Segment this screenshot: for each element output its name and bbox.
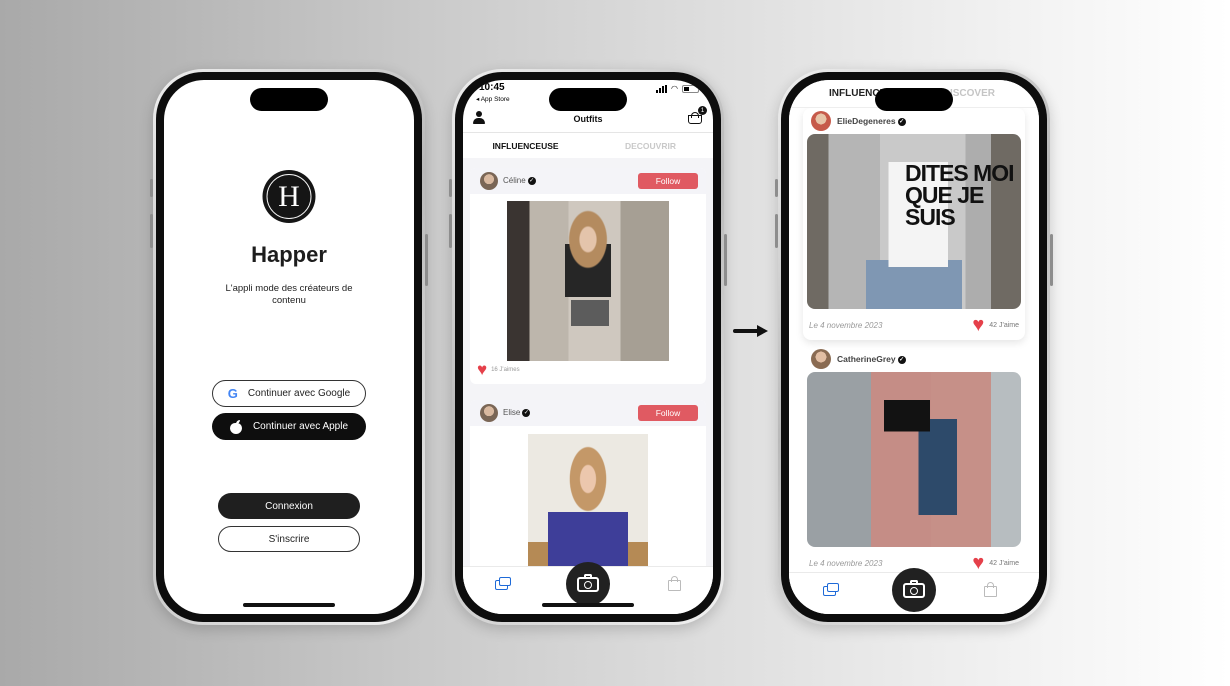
status-indicators: ◠ [656, 84, 699, 93]
likes-count: 16 J'aimes [491, 366, 520, 373]
post-author[interactable]: CatherineGrey ✓ [837, 354, 906, 364]
post-header: Elise ✓ Follow [470, 400, 706, 426]
wifi-icon: ◠ [671, 84, 678, 93]
header-title: Outfits [573, 114, 603, 124]
phone-discover: INFLUENCEUSE DISCOVER ElieDegeneres ✓ DIT… [775, 69, 1053, 625]
signup-button[interactable]: S'inscrire [218, 526, 360, 552]
post-card: CatherineGrey ✓ Le 4 novembre 2023 ♥ 42 J… [803, 346, 1025, 572]
avatar[interactable] [811, 349, 831, 369]
avatar[interactable] [480, 404, 498, 422]
app-tagline: L'appli mode des créateurs de contenu [225, 283, 353, 306]
phone-feed: 10:45 ◂ App Store ◠ Outfits 1 INFLUENCEU… [449, 69, 727, 625]
post-date: Le 4 novembre 2023 [809, 559, 883, 568]
heart-icon[interactable]: ♥ [972, 315, 984, 335]
outfits-nav-icon[interactable] [495, 577, 511, 590]
basket-count-badge: 1 [698, 106, 707, 115]
post-author[interactable]: ElieDegeneres ✓ [837, 116, 906, 126]
google-signin-button[interactable]: G Continuer avec Google [212, 380, 366, 407]
camera-icon [903, 579, 925, 598]
dynamic-island [875, 88, 953, 111]
shirt-print-text: DITES MOI QUE JE SUIS [905, 160, 1015, 230]
likes-row: ♥ 42 J'aime [972, 315, 1019, 335]
camera-icon [577, 573, 599, 592]
logo-letter: H [266, 174, 312, 219]
verified-icon: ✓ [527, 176, 536, 185]
profile-icon[interactable] [473, 111, 485, 124]
avatar[interactable] [480, 172, 498, 190]
battery-icon [682, 84, 699, 93]
signal-icon [656, 84, 668, 93]
verified-icon: ✓ [897, 117, 906, 126]
login-button[interactable]: Connexion [218, 493, 360, 519]
home-indicator [542, 603, 634, 607]
home-indicator [243, 603, 335, 607]
discover-feed-list: ElieDegeneres ✓ DITES MOI QUE JE SUIS Le … [789, 108, 1039, 572]
post-card: ElieDegeneres ✓ DITES MOI QUE JE SUIS Le … [803, 108, 1025, 340]
app-logo: H [262, 170, 316, 223]
likes-count: 42 J'aime [989, 559, 1019, 567]
basket-icon[interactable]: 1 [687, 106, 707, 124]
post-author[interactable]: Céline ✓ [503, 176, 536, 185]
dynamic-island [549, 88, 627, 111]
tab-influenceuse[interactable]: INFLUENCEUSE [463, 141, 588, 151]
outfits-nav-icon[interactable] [823, 583, 839, 596]
discover-screen: INFLUENCEUSE DISCOVER ElieDegeneres ✓ DIT… [789, 80, 1039, 614]
likes-row: ♥ 42 J'aime [972, 553, 1019, 572]
google-signin-label: Continuer avec Google [247, 388, 351, 399]
post-photo[interactable] [807, 372, 1021, 547]
avatar[interactable] [811, 111, 831, 131]
login-screen: H Happer L'appli mode des créateurs de c… [164, 80, 414, 614]
shopping-bag-icon[interactable] [668, 576, 681, 591]
post-meta: Le 4 novembre 2023 ♥ 42 J'aime [803, 309, 1025, 339]
post-photo[interactable] [507, 201, 669, 361]
likes-count: 42 J'aime [989, 321, 1019, 329]
post-photo[interactable]: DITES MOI QUE JE SUIS [807, 134, 1021, 309]
apple-signin-button[interactable]: Continuer avec Apple [212, 413, 366, 440]
post-date: Le 4 novembre 2023 [809, 321, 883, 330]
post-card: Elise ✓ Follow [470, 400, 706, 566]
heart-icon[interactable]: ♥ [972, 553, 984, 572]
verified-icon: ✓ [522, 408, 531, 417]
camera-button[interactable] [892, 568, 936, 612]
flow-arrow-icon [733, 325, 768, 337]
tab-decouvrir[interactable]: DECOUVRIR [588, 141, 713, 151]
post-header: CatherineGrey ✓ [803, 346, 1025, 372]
verified-icon: ✓ [897, 355, 906, 364]
post-header: Céline ✓ Follow [470, 168, 706, 194]
app-name: Happer [251, 242, 327, 267]
camera-button[interactable] [566, 562, 610, 606]
back-to-app-store[interactable]: ◂ App Store [476, 95, 510, 103]
post-photo[interactable] [528, 434, 648, 566]
feed-tabs: INFLUENCEUSE DECOUVRIR [463, 132, 713, 158]
heart-icon[interactable]: ♥ [477, 361, 487, 378]
feed-screen: 10:45 ◂ App Store ◠ Outfits 1 INFLUENCEU… [463, 80, 713, 614]
phone-login: H Happer L'appli mode des créateurs de c… [150, 69, 428, 625]
bottom-nav [789, 568, 1039, 614]
follow-button[interactable]: Follow [638, 405, 698, 421]
dynamic-island [250, 88, 328, 111]
apple-icon [229, 419, 243, 434]
likes-row: ♥ 16 J'aimes [477, 361, 520, 378]
status-time: 10:45 [479, 82, 505, 93]
post-card: Céline ✓ Follow ♥ 16 J'aimes [470, 168, 706, 384]
post-header: ElieDegeneres ✓ [803, 108, 1025, 134]
feed-list: Céline ✓ Follow ♥ 16 J'aimes Elise ✓ Follo… [463, 158, 713, 566]
shopping-bag-icon[interactable] [984, 582, 997, 597]
post-author[interactable]: Elise ✓ [503, 408, 531, 417]
apple-signin-label: Continuer avec Apple [252, 421, 349, 432]
follow-button[interactable]: Follow [638, 173, 698, 189]
google-icon: G [227, 386, 238, 401]
